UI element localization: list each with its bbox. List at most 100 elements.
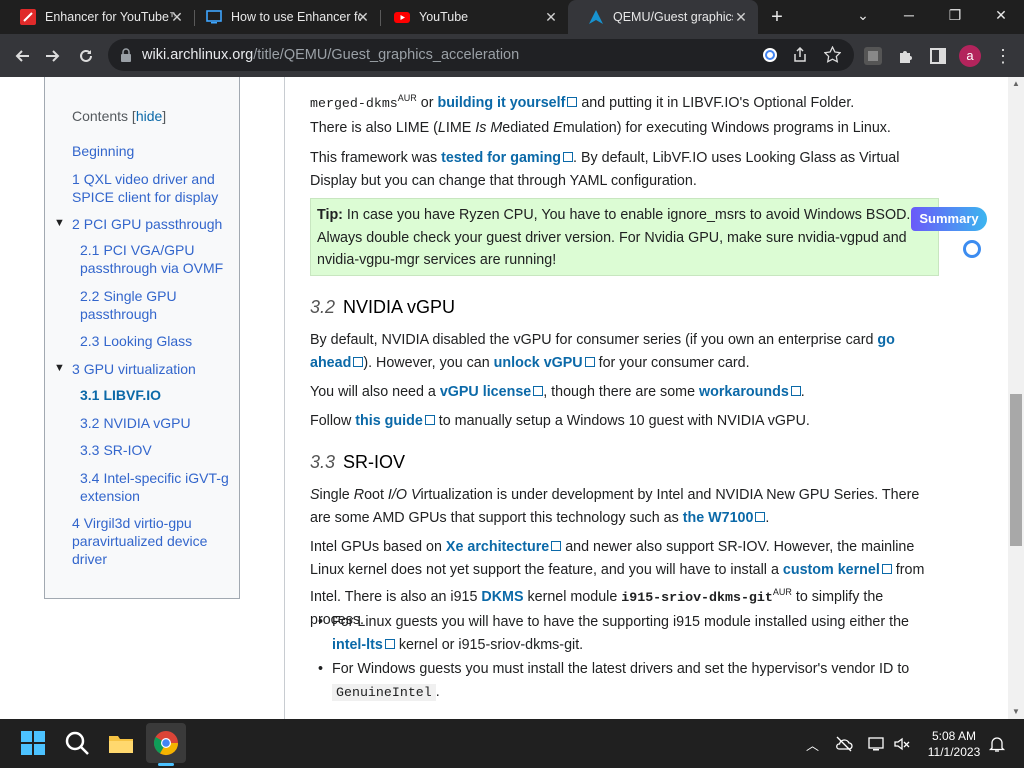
scrollbar-thumb[interactable] — [1010, 394, 1022, 546]
cloud-off-icon[interactable] — [835, 735, 853, 753]
puzzle-icon — [900, 51, 912, 63]
list-item-linux-guests: • For Linux guests you will have to have … — [318, 611, 944, 656]
chevron-down-icon[interactable]: ▼ — [54, 217, 65, 229]
link-custom-kernel[interactable]: custom kernel — [783, 562, 880, 578]
tab-qemu[interactable]: QEMU/Guest graphics ✕ — [568, 0, 758, 34]
link-dkms[interactable]: DKMS — [481, 589, 523, 605]
heading-sr-iov: 3.3 SR-IOV — [310, 452, 405, 473]
share-icon[interactable] — [792, 47, 808, 63]
tab-enhancer[interactable]: Enhancer for YouTube™ ✕ — [0, 0, 194, 34]
toc-item-4[interactable]: 4 Virgil3d virtio-gpu paravirtualized dev… — [72, 514, 222, 568]
windows-taskbar: ︿ 5:08 AM 11/1/2023 — [0, 719, 1024, 768]
chevron-down-icon[interactable]: ⌄ — [840, 0, 886, 30]
new-tab-button[interactable]: + — [766, 6, 788, 28]
text-italic: I/O V — [387, 487, 421, 503]
forward-button[interactable] — [40, 43, 66, 69]
chevron-up-icon[interactable]: ︿ — [806, 735, 824, 753]
text: ediated — [502, 120, 554, 136]
back-arrow-icon — [15, 50, 29, 62]
toc-item-beginning[interactable]: Beginning — [72, 142, 232, 160]
link-unlock-vgpu[interactable]: unlock vGPU — [494, 355, 583, 371]
link-i915-sriov-dkms-git[interactable]: i915-sriov-dkms-git — [621, 590, 773, 605]
side-panel-icon — [930, 48, 946, 64]
toc-number: 1 — [72, 171, 80, 187]
toc-item-1[interactable]: 1 QXL video driver and SPICE client for d… — [72, 170, 232, 206]
link-vgpu-license[interactable]: vGPU license — [440, 384, 531, 400]
notification-bell-icon[interactable] — [988, 735, 1006, 753]
toc-item-3-3[interactable]: 3.3 SR-IOV — [80, 441, 230, 459]
toc-item-3-2[interactable]: 3.2 NVIDIA vGPU — [80, 414, 230, 432]
external-link-icon — [755, 511, 766, 522]
side-panel-button[interactable] — [925, 43, 951, 69]
network-icon[interactable] — [867, 735, 885, 753]
close-icon[interactable]: ✕ — [354, 8, 372, 26]
toc-label: Beginning — [72, 143, 135, 159]
summary-button[interactable]: Summary — [911, 207, 987, 231]
google-icon[interactable] — [762, 47, 778, 63]
reload-button[interactable] — [73, 43, 99, 69]
text: In case you have Ryzen CPU, You have to … — [317, 207, 911, 268]
link-intel-lts[interactable]: intel-lts — [332, 637, 383, 653]
text: . — [435, 683, 440, 700]
link-xe-architecture[interactable]: Xe architecture — [446, 539, 549, 555]
toc-item-2[interactable]: 2 PCI GPU passthrough — [72, 215, 232, 233]
taskbar-clock[interactable]: 5:08 AM 11/1/2023 — [922, 728, 986, 760]
toc-label: Looking Glass — [103, 333, 193, 349]
external-link-icon — [384, 638, 395, 649]
tip-label: Tip: — [317, 207, 343, 223]
toc-item-3[interactable]: 3 GPU virtualization — [72, 360, 232, 378]
windows-start-icon[interactable] — [19, 729, 47, 757]
toc-hide-link[interactable]: hide — [136, 108, 162, 124]
clock-time: 5:08 AM — [931, 729, 977, 743]
chevron-down-icon[interactable]: ▼ — [54, 362, 65, 374]
scroll-up-icon[interactable]: ▲ — [1012, 79, 1020, 88]
text: ingle — [319, 487, 354, 503]
search-icon[interactable] — [63, 729, 91, 757]
paragraph-framework: This framework was tested for gaming. By… — [310, 147, 940, 192]
tab-youtube[interactable]: YouTube ✕ — [374, 0, 568, 34]
scroll-down-icon[interactable]: ▼ — [1012, 707, 1020, 716]
file-explorer-icon[interactable] — [107, 729, 135, 757]
text: and putting it in LIBVF.IO's Optional Fo… — [577, 94, 855, 111]
close-icon[interactable]: ✕ — [732, 8, 750, 26]
link-tested-for-gaming[interactable]: tested for gaming — [441, 150, 561, 166]
close-icon[interactable]: ✕ — [542, 8, 560, 26]
link-workarounds[interactable]: workarounds — [699, 384, 789, 400]
external-link-icon — [353, 356, 364, 367]
restore-button[interactable]: ❐ — [932, 0, 978, 30]
menu-icon[interactable]: ⋮ — [990, 43, 1016, 69]
toc-item-2-2[interactable]: 2.2 Single GPU passthrough — [80, 287, 200, 323]
link-building-it-yourself[interactable]: building it yourself — [437, 95, 565, 111]
speaker-muted-icon[interactable] — [893, 735, 911, 753]
text: ). However, you can — [363, 354, 494, 371]
link-the-w7100[interactable]: the W7100 — [683, 510, 754, 526]
toc-label: Virgil3d virtio-gpu paravirtualized devi… — [72, 515, 208, 567]
toc-title: Contents — [72, 108, 129, 124]
address-bar[interactable]: wiki.archlinux.org/title/QEMU/Guest_grap… — [108, 39, 854, 71]
toc-item-3-1-current[interactable]: 3.1 LIBVF.IO — [80, 386, 230, 404]
toc-item-2-3[interactable]: 2.3 Looking Glass — [80, 332, 230, 350]
tab-how-to-use[interactable]: How to use Enhancer fo ✕ — [186, 0, 380, 34]
back-button[interactable] — [9, 43, 35, 69]
link-this-guide[interactable]: this guide — [355, 413, 423, 429]
minimize-button[interactable]: ─ — [886, 0, 932, 30]
text: Intel GPUs based on — [310, 539, 446, 555]
extension-button[interactable] — [860, 43, 886, 69]
section-number: 3.3 — [310, 452, 336, 472]
section-title: NVIDIA vGPU — [343, 297, 456, 317]
toc-label: NVIDIA vGPU — [103, 415, 191, 431]
profile-button[interactable]: a — [957, 43, 983, 69]
toc-number: 3.2 — [80, 415, 100, 431]
toc-number: 2.3 — [80, 333, 100, 349]
toc-item-3-4[interactable]: 3.4 Intel-specific iGVT-g extension — [80, 469, 230, 505]
toc-label: GPU virtualization — [83, 361, 196, 377]
close-icon[interactable]: ✕ — [168, 8, 186, 26]
extensions-button[interactable] — [893, 43, 919, 69]
external-link-icon — [584, 356, 595, 367]
star-icon[interactable] — [824, 46, 841, 63]
toc-label: LIBVF.IO — [103, 387, 162, 403]
chrome-icon[interactable] — [152, 729, 180, 757]
toc-item-2-1[interactable]: 2.1 PCI VGA/GPU passthrough via OVMF — [80, 241, 230, 277]
toc-label: SR-IOV — [103, 442, 152, 458]
close-window-button[interactable]: ✕ — [978, 0, 1024, 30]
